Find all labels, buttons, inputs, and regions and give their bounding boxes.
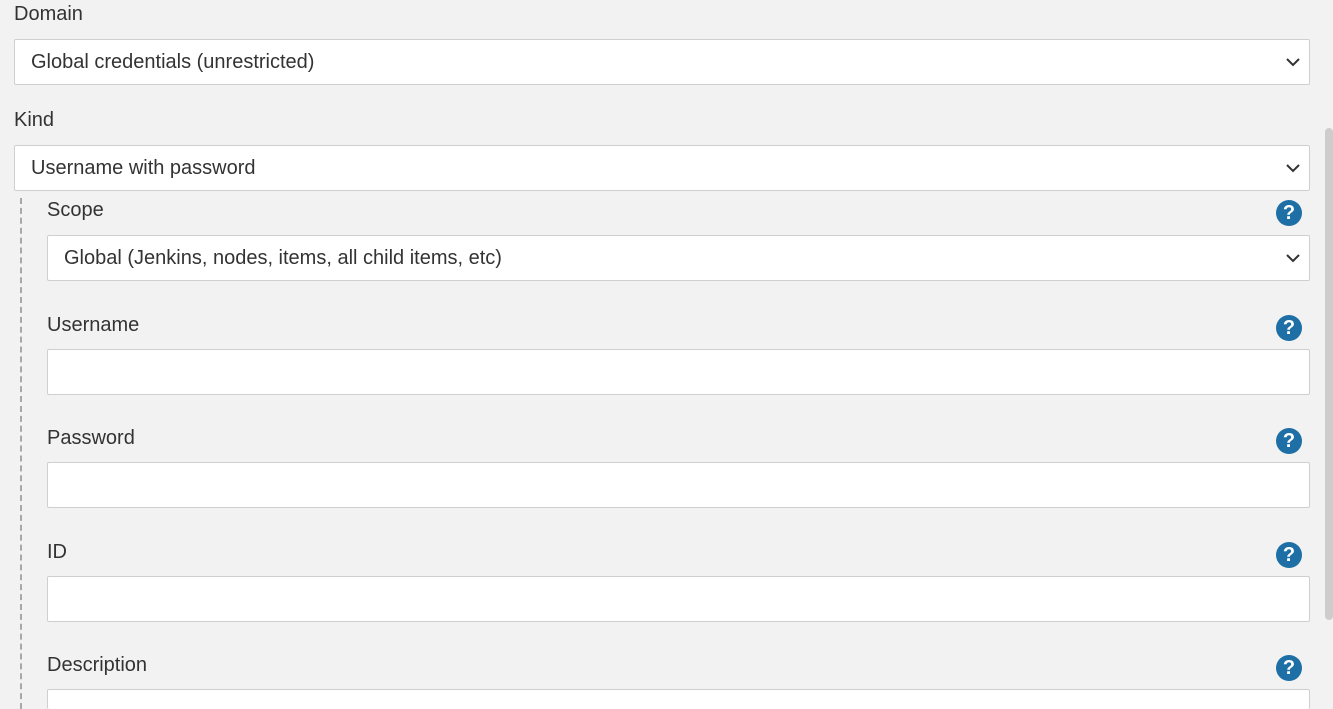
question-circle-icon[interactable]: ? <box>1276 428 1302 454</box>
question-circle-icon[interactable]: ? <box>1276 655 1302 681</box>
chevron-down-icon <box>1286 164 1300 173</box>
kind-label: Kind <box>14 109 55 131</box>
description-label: Description <box>47 654 148 676</box>
question-circle-icon[interactable]: ? <box>1276 200 1302 226</box>
username-input[interactable] <box>47 349 1310 395</box>
id-label: ID <box>47 541 67 563</box>
domain-select-value: Global credentials (unrestricted) <box>31 51 315 73</box>
password-input[interactable] <box>47 462 1310 508</box>
question-circle-icon[interactable]: ? <box>1276 315 1302 341</box>
scope-select-value: Global (Jenkins, nodes, items, all child… <box>64 247 502 269</box>
domain-label: Domain <box>14 3 83 25</box>
question-circle-icon[interactable]: ? <box>1276 542 1302 568</box>
kind-select-value: Username with password <box>31 157 256 179</box>
chevron-down-icon <box>1286 254 1300 263</box>
password-label: Password <box>47 427 135 449</box>
scrollbar-thumb[interactable] <box>1325 128 1333 620</box>
id-input[interactable] <box>47 576 1310 622</box>
chevron-down-icon <box>1286 58 1300 67</box>
kind-select[interactable]: Username with password <box>14 145 1310 191</box>
scope-select[interactable]: Global (Jenkins, nodes, items, all child… <box>47 235 1310 281</box>
credentials-form: Domain Global credentials (unrestricted)… <box>0 0 1333 709</box>
scope-label: Scope <box>47 199 104 221</box>
domain-select[interactable]: Global credentials (unrestricted) <box>14 39 1310 85</box>
username-label: Username <box>47 314 140 336</box>
nested-section-border <box>20 198 22 709</box>
description-input[interactable] <box>47 689 1310 709</box>
